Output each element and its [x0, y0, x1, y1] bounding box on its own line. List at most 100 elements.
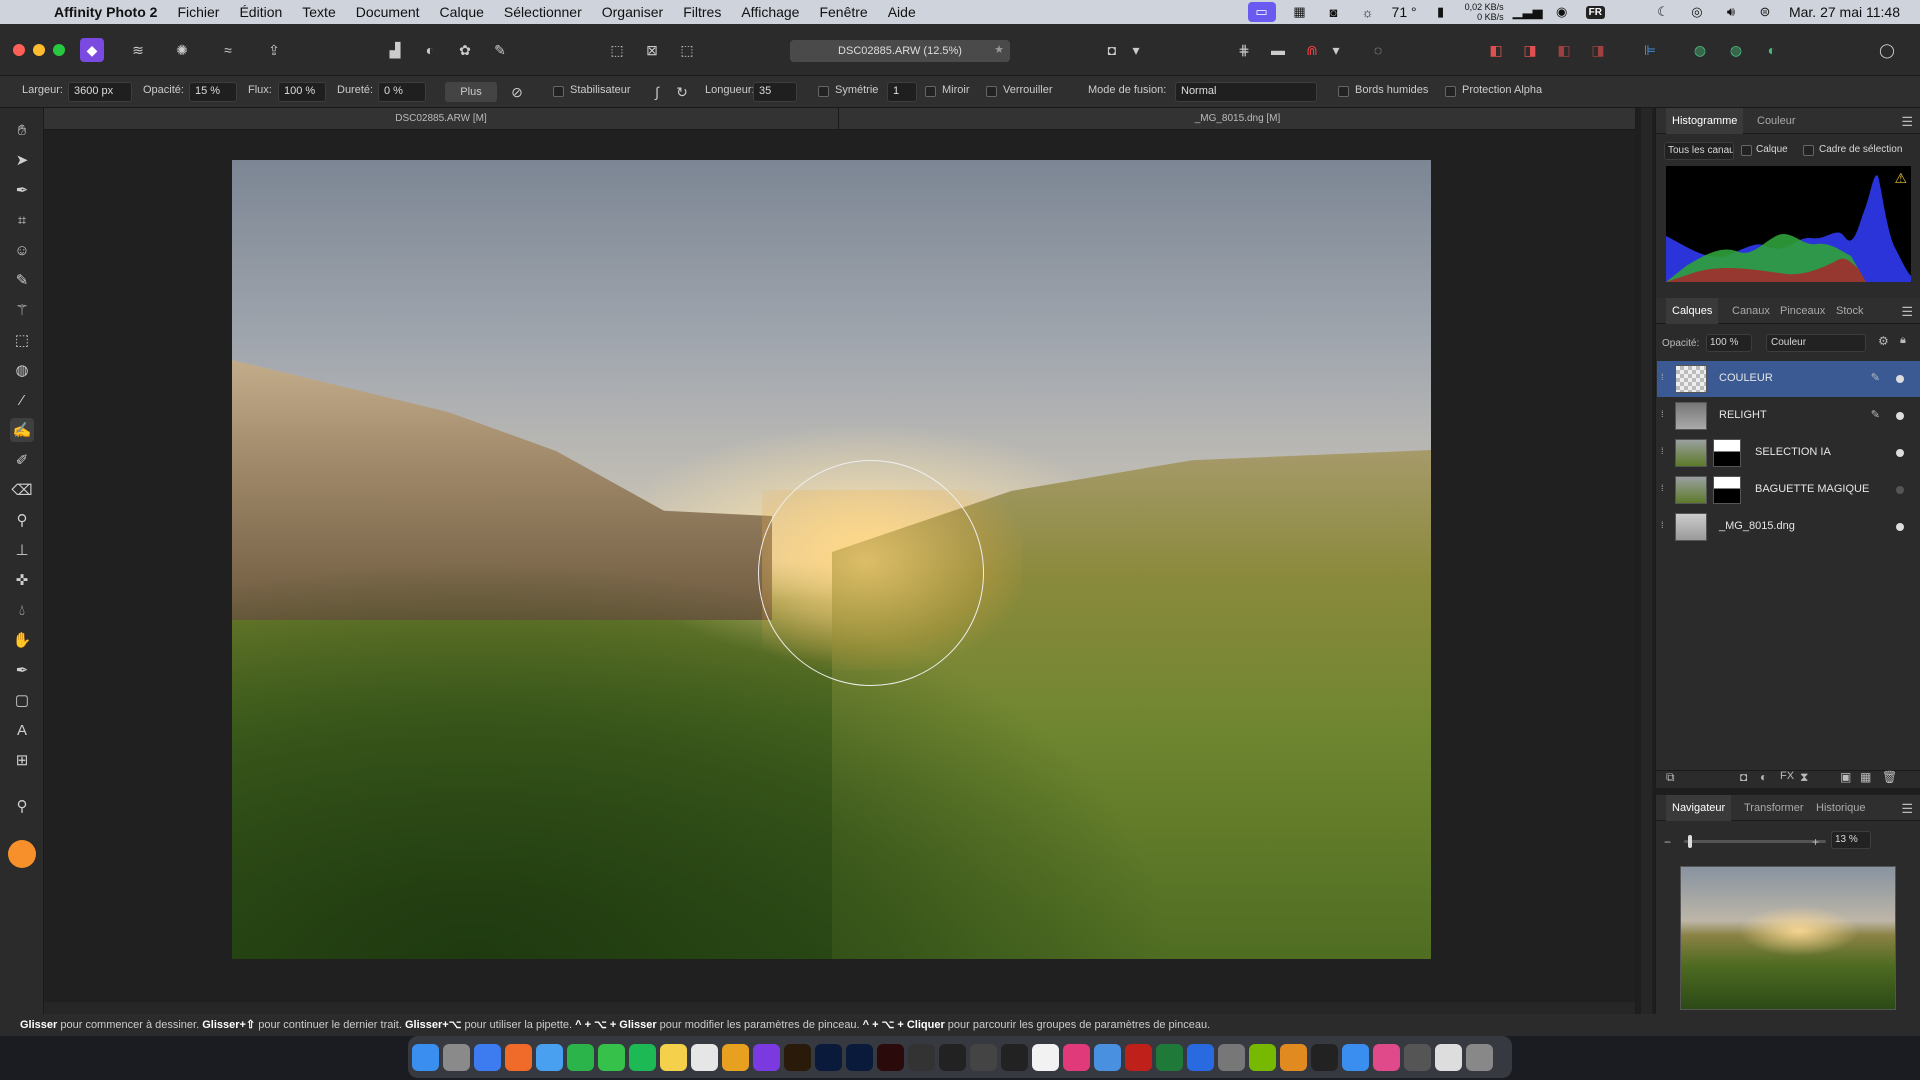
dock-icon-affinity-photo[interactable]: [753, 1043, 780, 1071]
menu-document[interactable]: Document: [356, 4, 420, 20]
zoom-out-icon[interactable]: −: [1664, 835, 1671, 849]
tone-mapping-persona-icon[interactable]: ≈: [216, 38, 240, 62]
tab-layers[interactable]: Calques: [1666, 298, 1719, 324]
wet-edges-checkbox[interactable]: [1338, 86, 1349, 97]
paint-brush-icon[interactable]: ✍: [10, 418, 34, 442]
marquee-icon[interactable]: ⬚: [605, 38, 629, 62]
arrange-forward-icon[interactable]: ◧: [1484, 38, 1508, 62]
pencil-icon[interactable]: ✎: [1871, 371, 1880, 384]
menu-affichage[interactable]: Affichage: [741, 4, 799, 20]
pencil-icon[interactable]: ✎: [1871, 408, 1880, 421]
drag-handle-icon[interactable]: ⁞: [1661, 446, 1664, 456]
layer-blend-select[interactable]: Couleur: [1766, 334, 1866, 352]
mask-layer-icon[interactable]: ◘: [1740, 770, 1747, 784]
toggle-icon[interactable]: ◉: [1552, 4, 1572, 20]
smudge-tool-icon[interactable]: ✋: [10, 628, 34, 652]
layer-options-icon[interactable]: ⧉: [1666, 770, 1675, 785]
eyedropper-tool-icon[interactable]: ✒: [10, 178, 34, 202]
menu-calque[interactable]: Calque: [440, 4, 484, 20]
dock-icon-photos[interactable]: [691, 1043, 718, 1071]
rectangle-tool-icon[interactable]: ▢: [10, 688, 34, 712]
crop-tool-icon[interactable]: ⌗: [10, 208, 34, 232]
pen-tool-icon[interactable]: ✒: [10, 658, 34, 682]
text-tool-icon[interactable]: A: [10, 718, 34, 742]
face-tool-icon[interactable]: ☺: [10, 238, 34, 262]
chevron-down-icon[interactable]: ▾: [1130, 38, 1142, 62]
control-center-icon[interactable]: ⊜: [1755, 4, 1775, 20]
zoom-tool-icon[interactable]: ⚲: [10, 794, 34, 818]
menu-fenetre[interactable]: Fenêtre: [819, 4, 867, 20]
user-icon[interactable]: ◎: [1687, 4, 1707, 20]
doc-tab-dsc02885[interactable]: DSC02885.ARW [M]: [44, 108, 839, 130]
lock-icon[interactable]: 🔒︎: [1900, 334, 1906, 347]
star-icon[interactable]: ★: [994, 43, 1004, 56]
marquee-tool-icon[interactable]: ⬚: [10, 328, 34, 352]
dock-icon-firefox[interactable]: [505, 1043, 532, 1071]
dock-icon-notes[interactable]: [660, 1043, 687, 1071]
dock-icon-ps[interactable]: [815, 1043, 842, 1071]
menu-edition[interactable]: Édition: [239, 4, 282, 20]
hand-tool-icon[interactable]: ✋︎: [10, 118, 34, 142]
messages-icon[interactable]: ◌: [1366, 38, 1390, 62]
tab-channels[interactable]: Canaux: [1732, 298, 1770, 324]
layer-row[interactable]: ⁞ SELECTION IA: [1657, 435, 1920, 471]
memory-icon[interactable]: ▮: [1431, 4, 1451, 20]
dock-icon-filezilla[interactable]: [1125, 1043, 1152, 1071]
symmetry-checkbox[interactable]: [818, 86, 829, 97]
network-speed[interactable]: 0,02 KB/s 0 KB/s: [1465, 2, 1504, 22]
visibility-dot[interactable]: [1896, 486, 1904, 494]
layer-row[interactable]: ⁞ _MG_8015.dng: [1657, 509, 1920, 545]
auto-white-balance-icon[interactable]: ✎: [488, 38, 512, 62]
align-icon[interactable]: ⊫: [1638, 38, 1662, 62]
color-replacement-icon[interactable]: ✐: [10, 448, 34, 472]
zoom-slider[interactable]: [1684, 835, 1826, 848]
dock-icon-doc[interactable]: [1435, 1043, 1462, 1071]
dock-icon-trash[interactable]: [1466, 1043, 1493, 1071]
layer-row[interactable]: ⁞ BAGUETTE MAGIQUE: [1657, 472, 1920, 508]
dock-icon-whatsapp[interactable]: [567, 1043, 594, 1071]
panel-menu-icon[interactable]: ☰: [1901, 114, 1913, 130]
dock-icon-sketchup[interactable]: [1218, 1043, 1245, 1071]
magic-wand-icon[interactable]: ⚚: [10, 298, 34, 322]
adjustment-icon[interactable]: ◐: [1760, 770, 1767, 784]
fx-icon[interactable]: FX: [1780, 770, 1794, 782]
temperature-readout[interactable]: 71 °: [1392, 4, 1417, 20]
dock-icon-icloud[interactable]: [1342, 1043, 1369, 1071]
deselect-icon[interactable]: ⊠: [640, 38, 664, 62]
gradient-tool-icon[interactable]: ⁄: [10, 388, 34, 412]
panel-menu-icon[interactable]: ☰: [1901, 801, 1913, 817]
dock-icon-windows[interactable]: [1187, 1043, 1214, 1071]
layer-mask-thumbnail[interactable]: [1713, 439, 1741, 467]
account-icon[interactable]: ◯: [1875, 38, 1899, 62]
invert-selection-icon[interactable]: ⬚: [675, 38, 699, 62]
zoom-in-icon[interactable]: +: [1812, 835, 1819, 849]
auto-color-icon[interactable]: ✿: [453, 38, 477, 62]
zoom-field[interactable]: 13 %: [1831, 831, 1871, 849]
boolean-intersect-icon[interactable]: ◐: [1760, 38, 1784, 62]
stabiliser-checkbox[interactable]: [553, 86, 564, 97]
sun-icon[interactable]: ☼: [1358, 4, 1378, 20]
drag-handle-icon[interactable]: ⁞: [1661, 409, 1664, 419]
layer-mask-thumbnail[interactable]: [1713, 476, 1741, 504]
flood-fill-icon[interactable]: ◍: [10, 358, 34, 382]
dodge-tool-icon[interactable]: ⚲: [10, 508, 34, 532]
layer-row[interactable]: ⁞ RELIGHT ✎: [1657, 398, 1920, 434]
drag-handle-icon[interactable]: ⁞: [1661, 372, 1664, 382]
assistant-icon[interactable]: ▬: [1266, 38, 1290, 62]
mesh-warp-icon[interactable]: ⊞: [10, 748, 34, 772]
close-window-button[interactable]: [13, 44, 25, 56]
blur-tool-icon[interactable]: 💧︎: [10, 598, 34, 622]
arrange-front-icon[interactable]: ◧: [1552, 38, 1576, 62]
add-pixel-layer-icon[interactable]: ▦: [1860, 770, 1871, 784]
snapping-icon[interactable]: ⋕: [1232, 38, 1256, 62]
app-name[interactable]: Affinity Photo 2: [54, 4, 157, 20]
dock-icon-terminal[interactable]: [939, 1043, 966, 1071]
boolean-subtract-icon[interactable]: ◍: [1724, 38, 1748, 62]
dock-icon-sublime[interactable]: [1280, 1043, 1307, 1071]
vertical-scrollbar[interactable]: [1641, 108, 1652, 1014]
dock-icon-nvidia[interactable]: [1249, 1043, 1276, 1071]
tab-navigator[interactable]: Navigateur: [1666, 795, 1732, 821]
dock-icon-ai[interactable]: [877, 1043, 904, 1071]
dock-icon-safari[interactable]: [474, 1043, 501, 1071]
tab-history[interactable]: Historique: [1816, 795, 1866, 821]
